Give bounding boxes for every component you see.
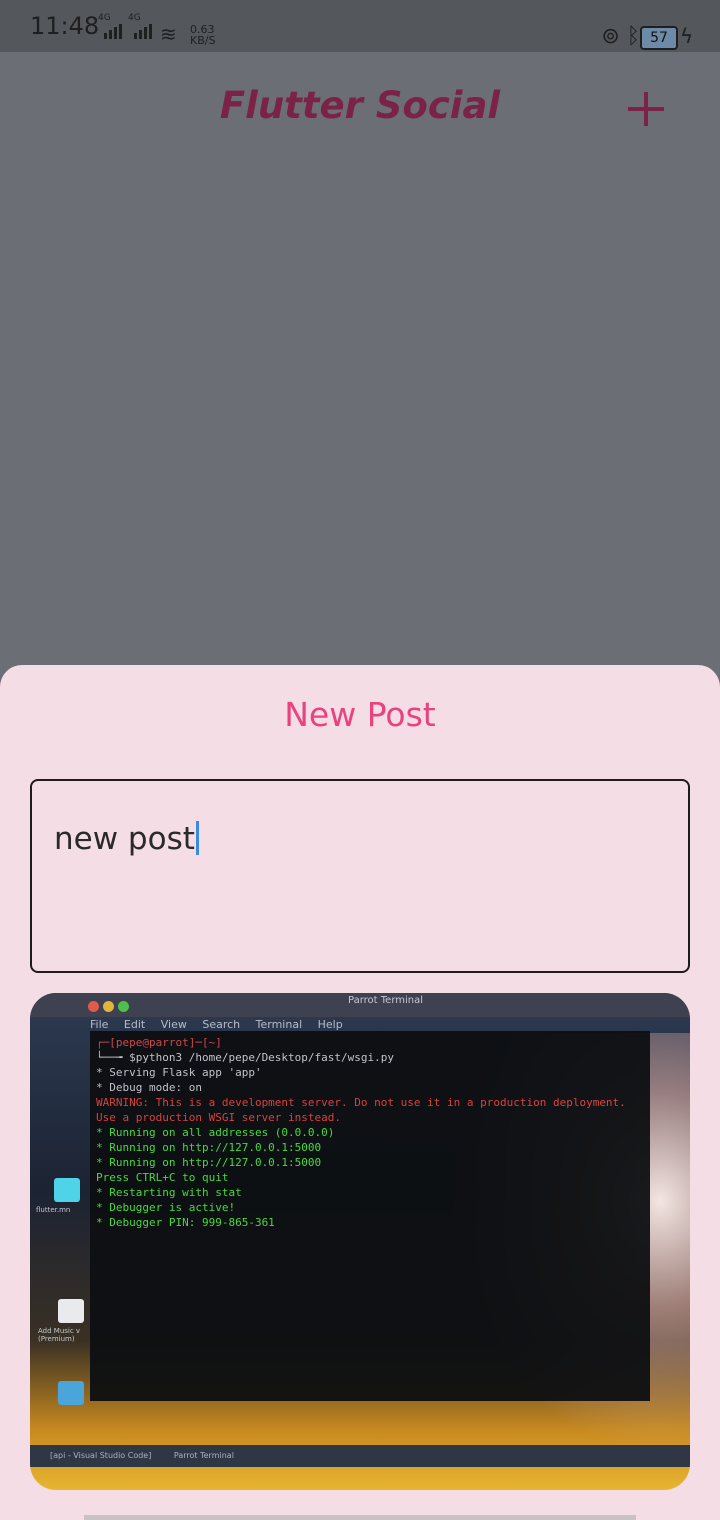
terminal-line: * Debugger is active! — [96, 1201, 236, 1214]
battery-indicator: 57 — [640, 26, 678, 50]
app-title: Flutter Social — [219, 84, 501, 127]
terminal-line: * Serving Flask app 'app' — [96, 1066, 262, 1079]
post-text-field[interactable]: new post — [30, 779, 690, 973]
add-post-button[interactable] — [622, 86, 668, 132]
folder-icon — [58, 1381, 84, 1405]
bottom-action-strip — [84, 1515, 636, 1520]
terminal-line: * Debug mode: on — [96, 1081, 202, 1094]
signal-1-label: 4G — [98, 13, 111, 23]
terminal-window-bar: Parrot Terminal — [30, 993, 690, 1017]
taskbar-item: [api - Visual Studio Code] — [50, 1451, 152, 1460]
desktop-taskbar: [api - Visual Studio Code] Parrot Termin… — [30, 1445, 690, 1467]
bluetooth-icon: ᛒ — [626, 24, 640, 49]
signal-2-label: 4G — [128, 13, 141, 23]
net-speed: 0.63 KB/S — [190, 24, 215, 46]
folder-icon — [54, 1178, 80, 1202]
terminal-line: └──╼ $python3 /home/pepe/Desktop/fast/ws… — [96, 1051, 395, 1064]
menu-edit: Edit — [123, 1018, 146, 1031]
post-text-value: new post — [54, 821, 195, 857]
signal-2-icon — [134, 24, 152, 39]
status-icons: ⊚ ᛒ — [601, 24, 640, 49]
window-controls — [88, 997, 133, 1016]
net-speed-unit: KB/S — [190, 34, 216, 47]
charging-icon: ϟ — [680, 24, 694, 48]
terminal-line: Use a production WSGI server instead. — [96, 1111, 342, 1124]
desktop-label: flutter.mn — [36, 1206, 71, 1214]
terminal-line: ┌─[pepe@parrot]─[~] — [96, 1036, 222, 1049]
menu-view: View — [160, 1018, 187, 1031]
app-bar: Flutter Social — [0, 52, 720, 164]
menu-help: Help — [317, 1018, 343, 1031]
sheet-title: New Post — [284, 695, 436, 734]
status-time: 11:48 — [30, 12, 100, 40]
terminal-line: * Debugger PIN: 999-865-361 — [96, 1216, 275, 1229]
post-image-preview[interactable]: Parrot Terminal File Edit View Search Te… — [30, 993, 690, 1490]
new-post-sheet: New Post new post Parrot Terminal File E… — [0, 665, 720, 1520]
terminal-output: ┌─[pepe@parrot]─[~] └──╼ $python3 /home/… — [90, 1031, 650, 1401]
text-caret — [195, 821, 199, 855]
wifi-icon: ≋ — [160, 22, 177, 46]
menu-terminal: Terminal — [255, 1018, 303, 1031]
menu-file: File — [90, 1018, 109, 1031]
terminal-line: * Running on http://127.0.0.1:5000 — [96, 1141, 322, 1154]
terminal-line: WARNING: This is a development server. D… — [96, 1096, 626, 1109]
menu-search: Search — [202, 1018, 241, 1031]
rotation-lock-icon: ⊚ — [601, 24, 620, 49]
terminal-line: * Restarting with stat — [96, 1186, 242, 1199]
file-icon — [58, 1299, 84, 1323]
terminal-line: Press CTRL+C to quit — [96, 1171, 229, 1184]
signal-1-icon — [104, 24, 122, 39]
terminal-line: * Running on http://127.0.0.1:5000 — [96, 1156, 322, 1169]
terminal-line: * Running on all addresses (0.0.0.0) — [96, 1126, 335, 1139]
taskbar-item: Parrot Terminal — [173, 1451, 234, 1460]
desktop-label: Add Music v (Premium) — [38, 1327, 81, 1343]
terminal-window-title: Parrot Terminal — [348, 995, 424, 1006]
status-bar: 11:48 4G 4G ≋ 0.63 KB/S ⊚ ᛒ 57 ϟ — [0, 0, 720, 52]
